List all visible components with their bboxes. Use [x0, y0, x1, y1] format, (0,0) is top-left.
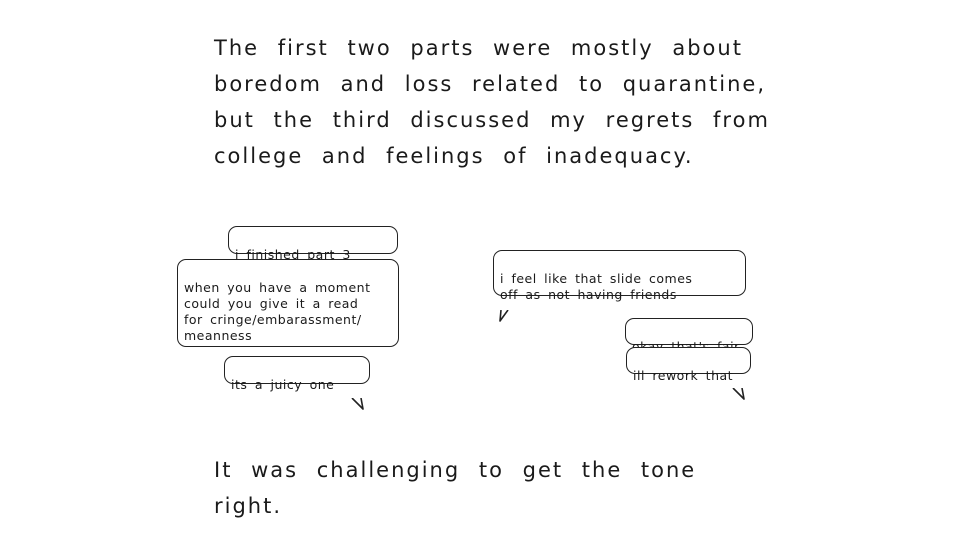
speech-tail-icon: [732, 372, 746, 400]
message-text: ill rework that: [633, 368, 734, 383]
message-bubble-finished-part-3: i finished part 3: [228, 226, 398, 262]
message-text: its a juicy one: [231, 377, 335, 392]
message-bubble-read-request: when you have a moment could you give it…: [177, 259, 399, 347]
message-bubble-friend-feedback: i feel like that slide comes off as not …: [493, 250, 746, 322]
message-text: when you have a moment could you give it…: [184, 280, 371, 343]
speech-tail-icon: [351, 382, 365, 410]
message-bubble-juicy-one: its a juicy one: [224, 356, 370, 410]
outro-narration: It was challenging to get the tone right…: [214, 458, 697, 518]
message-bubble-okay-fair: okay that's fair: [625, 318, 753, 354]
message-bubble-rework: ill rework that: [626, 347, 751, 400]
intro-narration: The first two parts were mostly about bo…: [214, 36, 770, 168]
message-text: i feel like that slide comes off as not …: [500, 271, 693, 302]
